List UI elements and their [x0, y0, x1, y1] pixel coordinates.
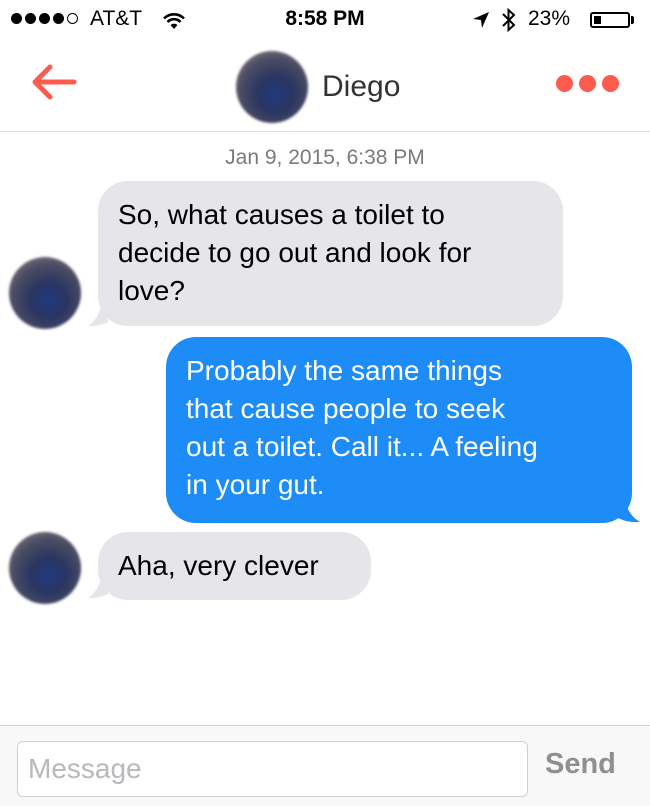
chat-screen: AT&T 8:58 PM 23% Diego Jan 9, 2015, 6:38…: [0, 0, 650, 806]
battery-icon: [590, 12, 630, 28]
message-bubble-received[interactable]: So, what causes a toilet to decide to go…: [98, 181, 563, 326]
contact-name[interactable]: Diego: [322, 70, 400, 104]
message-input[interactable]: [17, 741, 528, 797]
sender-avatar[interactable]: [9, 532, 81, 604]
send-button[interactable]: Send: [545, 748, 616, 781]
battery-percent: 23%: [528, 7, 571, 30]
more-dots-icon: [579, 74, 596, 92]
bluetooth-icon: [502, 7, 516, 33]
battery-level-fill: [594, 16, 601, 24]
message-bubble-sent[interactable]: Probably the same things that cause peop…: [166, 337, 632, 523]
message-composer: Send: [0, 725, 650, 806]
status-bar: AT&T 8:58 PM 23%: [0, 0, 650, 40]
sender-avatar[interactable]: [9, 257, 81, 329]
battery-cap: [631, 16, 634, 24]
more-dots-icon: [602, 74, 619, 92]
back-button[interactable]: [26, 60, 82, 104]
message-bubble-received[interactable]: Aha, very clever: [98, 532, 371, 600]
contact-avatar[interactable]: [236, 51, 308, 123]
conversation-timestamp: Jan 9, 2015, 6:38 PM: [225, 146, 425, 169]
more-dots-icon: [556, 74, 573, 92]
back-arrow-icon: [32, 64, 77, 100]
chat-header: Diego: [0, 40, 650, 132]
more-options-button[interactable]: [556, 70, 620, 96]
location-arrow-icon: [473, 12, 489, 28]
